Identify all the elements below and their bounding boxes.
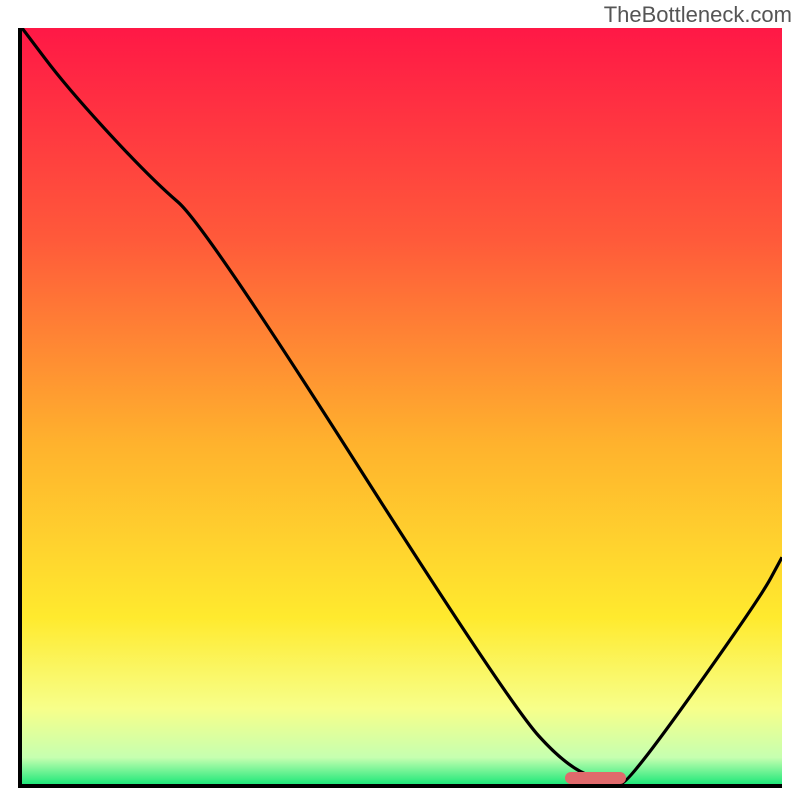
chart-area	[18, 28, 782, 788]
optimal-marker	[565, 772, 626, 784]
chart-background	[22, 28, 782, 784]
watermark-text: TheBottleneck.com	[604, 2, 792, 28]
chart-svg	[22, 28, 782, 784]
